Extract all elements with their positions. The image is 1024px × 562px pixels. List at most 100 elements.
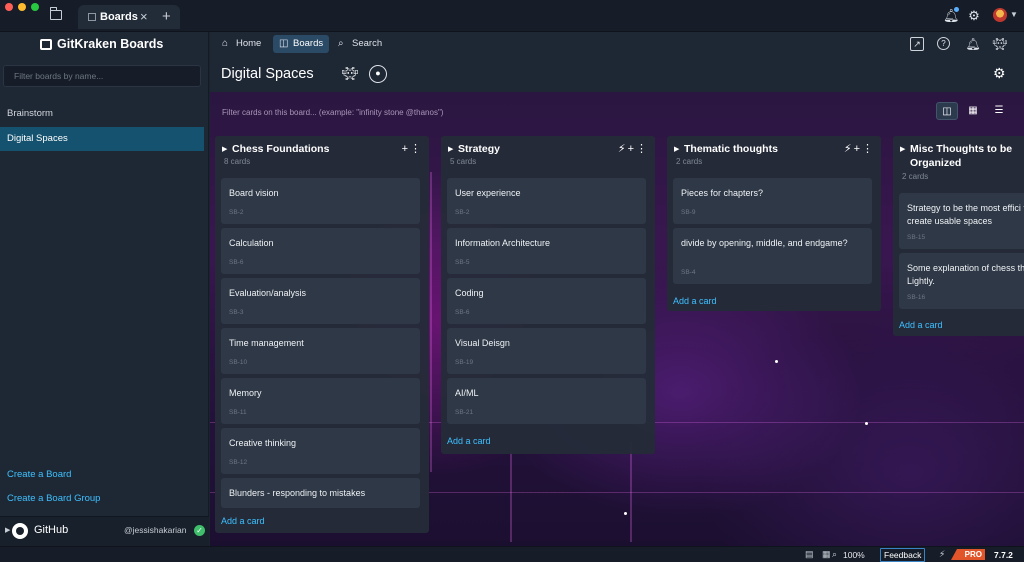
list-view-icon[interactable]: ▤	[805, 549, 814, 560]
card-title: Pieces for chapters?	[681, 188, 764, 198]
board-view-toggle-icon[interactable]: ◫	[936, 102, 958, 120]
card[interactable]: Pieces for chapters? SB-9	[673, 178, 872, 224]
column-title[interactable]: Misc Thoughts to be Organized	[910, 142, 1024, 170]
board-members-icon[interactable]: ●	[369, 65, 387, 83]
card-id: SB-19	[455, 359, 474, 366]
more-options-icon[interactable]: ⋮	[862, 143, 875, 155]
card-title: Information Architecture	[455, 238, 551, 248]
feedback-button[interactable]: Feedback	[880, 548, 926, 562]
more-options-icon[interactable]: ⋮	[636, 143, 649, 155]
card[interactable]: Strategy to be the most effici to create…	[899, 193, 1024, 249]
add-card-icon[interactable]: +	[854, 143, 862, 155]
nav-search[interactable]: ⌕ Search	[332, 35, 388, 53]
card[interactable]: Visual Deisgn SB-19	[447, 328, 646, 374]
card[interactable]: Creative thinking SB-12	[221, 428, 420, 474]
card-id: SB-15	[907, 234, 926, 241]
background-grid-line	[510, 452, 512, 542]
collapse-caret-icon[interactable]: ▶	[222, 145, 227, 153]
card[interactable]: Blunders - responding to mistakes	[221, 478, 420, 508]
sidebar: GitKraken Boards Brainstorm Digital Spac…	[0, 32, 209, 546]
card[interactable]: Some explanation of chess th Lightly. SB…	[899, 253, 1024, 309]
filter-boards-input[interactable]	[3, 65, 201, 87]
column-chess-foundations: ▶ Chess Foundations 8 cards +⋮ Board vis…	[215, 136, 429, 533]
version-label: 7.7.2	[994, 550, 1013, 560]
column-card-count: 8 cards	[224, 157, 251, 166]
timeline-view-icon[interactable]: ☰	[988, 102, 1010, 120]
folder-icon[interactable]	[50, 7, 62, 20]
card-id: SB-6	[455, 309, 470, 316]
new-tab-button[interactable]: +	[162, 8, 171, 25]
chevron-right-icon[interactable]: ▶	[5, 526, 10, 534]
close-window-button[interactable]	[5, 3, 13, 11]
card[interactable]: Information Architecture SB-5	[447, 228, 646, 274]
calendar-view-icon[interactable]: ▦	[962, 102, 984, 120]
card-title: Time management	[229, 338, 304, 348]
github-label: GitHub	[34, 524, 69, 536]
card[interactable]: Calculation SB-6	[221, 228, 420, 274]
column-misc-thoughts: ▶ Misc Thoughts to be Organized 2 cards …	[893, 136, 1024, 336]
add-card-icon[interactable]: +	[402, 143, 410, 155]
create-board-group-link[interactable]: Create a Board Group	[7, 493, 100, 504]
maximize-window-button[interactable]	[31, 3, 39, 11]
nav-boards[interactable]: ◫ Boards	[273, 35, 330, 53]
add-card-link[interactable]: Add a card	[899, 320, 943, 330]
card-id: SB-5	[455, 259, 470, 266]
column-title[interactable]: Chess Foundations	[232, 142, 382, 156]
user-avatar[interactable]	[993, 8, 1007, 22]
card-title: Blunders - responding to mistakes	[229, 488, 366, 498]
gear-icon[interactable]: ⚙︎	[967, 9, 981, 23]
zoom-level[interactable]: 100%	[843, 550, 865, 560]
automation-bolt-icon[interactable]: ⚡︎	[844, 143, 854, 155]
add-card-link[interactable]: Add a card	[447, 436, 491, 446]
column-title[interactable]: Thematic thoughts	[684, 142, 834, 156]
card-id: SB-2	[455, 209, 470, 216]
notification-badge	[954, 7, 959, 12]
board-title[interactable]: Digital Spaces	[221, 66, 314, 82]
pro-badge[interactable]: PRO	[951, 549, 985, 560]
close-tab-icon[interactable]: ×	[140, 9, 148, 24]
collapse-caret-icon[interactable]: ▶	[900, 145, 905, 153]
calendar-icon[interactable]: ▦	[822, 549, 831, 560]
nav-home[interactable]: ⌂ Home	[216, 35, 267, 53]
background-star	[775, 360, 778, 363]
column-title[interactable]: Strategy	[458, 142, 608, 156]
column-actions: +⋮	[402, 142, 423, 155]
app-logo: GitKraken Boards	[57, 37, 164, 51]
card-id: SB-11	[229, 409, 247, 416]
chevron-down-icon[interactable]: ▼	[1010, 10, 1018, 19]
external-link-icon[interactable]: ↗	[910, 37, 924, 51]
card[interactable]: AI/ML SB-21	[447, 378, 646, 424]
card-id: SB-12	[229, 459, 248, 466]
card-title: Creative thinking	[229, 438, 297, 448]
board-settings-icon[interactable]: ⚙︎	[993, 65, 1006, 82]
tab-label: Boards	[100, 11, 138, 23]
more-options-icon[interactable]: ⋮	[410, 143, 423, 155]
card[interactable]: Evaluation/analysis SB-3	[221, 278, 420, 324]
collapse-caret-icon[interactable]: ▶	[674, 145, 679, 153]
card[interactable]: Coding SB-6	[447, 278, 646, 324]
kraken-icon[interactable]: 👾︎	[341, 65, 359, 83]
create-board-link[interactable]: Create a Board	[7, 469, 71, 480]
sidebar-item-brainstorm[interactable]: Brainstorm	[0, 102, 204, 126]
lightning-icon[interactable]: ⚡︎	[939, 549, 945, 560]
add-card-link[interactable]: Add a card	[673, 296, 717, 306]
filter-cards-input[interactable]	[222, 103, 722, 121]
add-card-link[interactable]: Add a card	[221, 516, 265, 526]
card[interactable]: Board vision SB-2	[221, 178, 420, 224]
card[interactable]: divide by opening, middle, and endgame? …	[673, 228, 872, 284]
collapse-caret-icon[interactable]: ▶	[448, 145, 453, 153]
card[interactable]: Time management SB-10	[221, 328, 420, 374]
automation-bolt-icon[interactable]: ⚡︎	[618, 143, 628, 155]
kraken-icon[interactable]: 👾︎	[992, 36, 1008, 52]
github-icon	[12, 523, 28, 539]
add-card-icon[interactable]: +	[628, 143, 636, 155]
help-icon[interactable]: ?	[937, 37, 950, 50]
zoom-icon[interactable]: ⌕	[832, 549, 837, 560]
notifications-icon[interactable]: 🔔︎	[965, 36, 981, 52]
minimize-window-button[interactable]	[18, 3, 26, 11]
sidebar-item-digital-spaces[interactable]: Digital Spaces	[0, 127, 204, 151]
card[interactable]: Memory SB-11	[221, 378, 420, 424]
column-thematic-thoughts: ▶ Thematic thoughts 2 cards ⚡︎+⋮ Pieces …	[667, 136, 881, 311]
card[interactable]: User experience SB-2	[447, 178, 646, 224]
github-account-bar[interactable]: ▶ GitHub @jessishakarian ✓	[0, 516, 209, 546]
